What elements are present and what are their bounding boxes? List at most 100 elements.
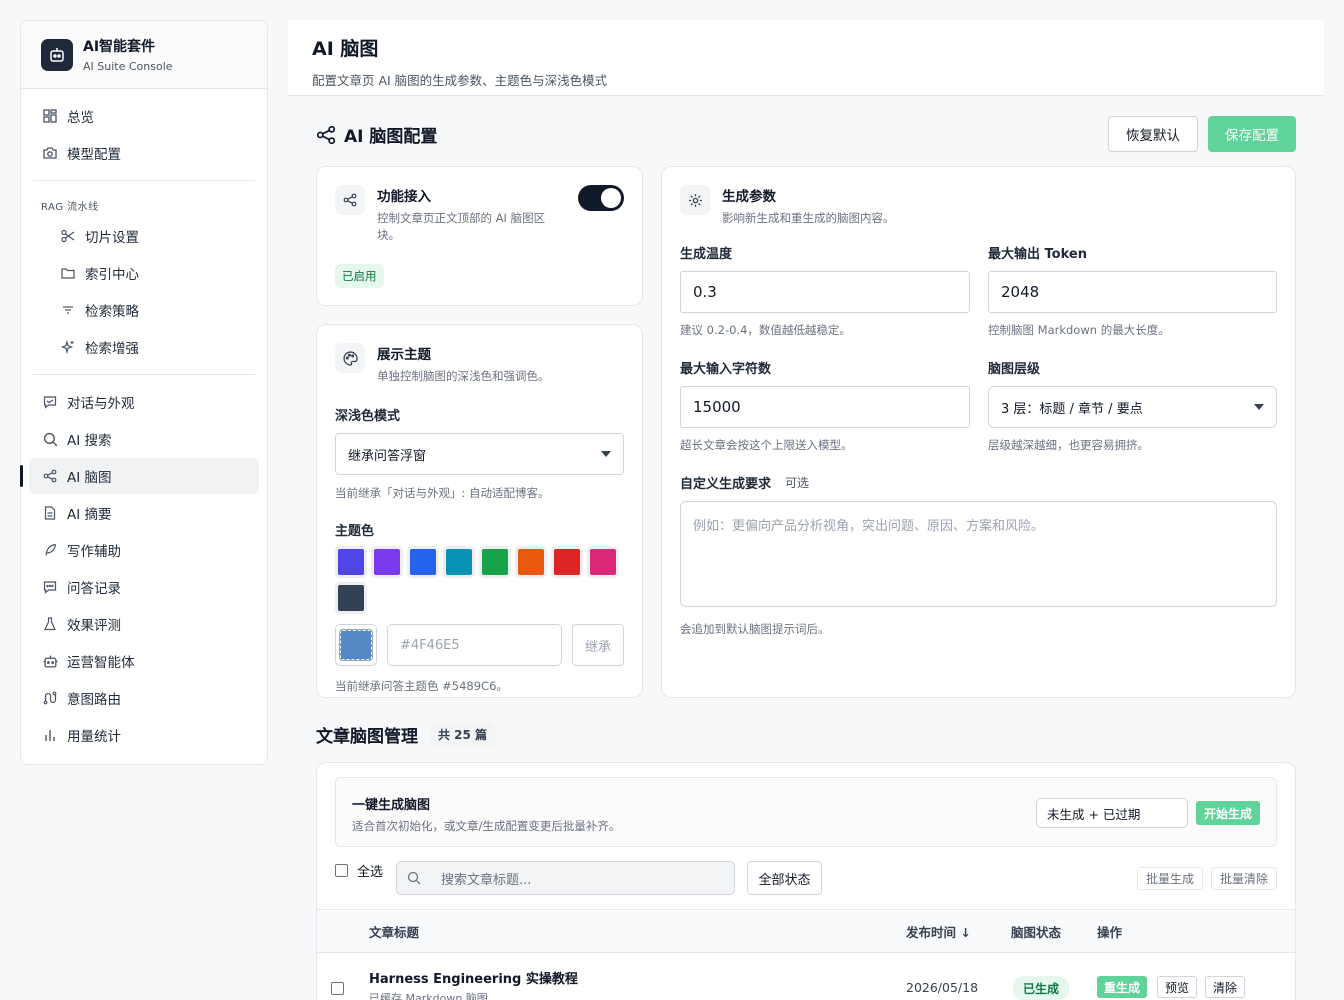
- save-config-button[interactable]: 保存配置: [1208, 116, 1296, 152]
- sidebar-item-label: 问答记录: [67, 581, 121, 597]
- sidebar-item-retrieval-boost[interactable]: 检索增强: [29, 329, 259, 365]
- color-swatch[interactable]: [443, 546, 475, 578]
- sidebar-item-model-config[interactable]: 模型配置: [29, 135, 259, 171]
- sidebar-item-evaluation[interactable]: 效果评测: [29, 606, 259, 642]
- row-checkbox[interactable]: [331, 982, 344, 995]
- sidebar-item-retrieval-strategy[interactable]: 检索策略: [29, 292, 259, 328]
- sidebar-item-chunk-settings[interactable]: 切片设置: [29, 218, 259, 254]
- sidebar-item-chat-appearance[interactable]: 对话与外观: [29, 384, 259, 420]
- brand-title: AI智能套件: [83, 39, 156, 55]
- token-label: 最大输出 Token: [988, 247, 1087, 262]
- col-title[interactable]: 文章标题: [369, 922, 419, 941]
- sidebar-item-intent-routing[interactable]: 意图路由: [29, 680, 259, 716]
- nav-divider: [33, 180, 255, 181]
- robot-logo-icon: [41, 38, 73, 71]
- regenerate-button[interactable]: 重生成: [1097, 976, 1148, 998]
- sidebar-item-label: 检索策略: [85, 304, 139, 320]
- nav-divider: [33, 374, 255, 375]
- col-ops: 操作: [1097, 924, 1123, 940]
- sidebar-item-label: AI 摘要: [67, 507, 112, 523]
- feature-card: 功能接入 控制文章页正文顶部的 AI 脑图区块。 已启用: [316, 166, 643, 306]
- color-swatch[interactable]: [515, 546, 547, 578]
- bulk-scope-select[interactable]: 未生成 + 已过期: [1036, 798, 1188, 828]
- flask-icon: [41, 615, 59, 633]
- row-date: 2026/05/18: [906, 980, 979, 995]
- color-swatch[interactable]: [407, 546, 439, 578]
- token-input[interactable]: 2048: [988, 271, 1277, 313]
- start-generate-button[interactable]: 开始生成: [1196, 801, 1261, 825]
- sidebar-item-qa-records[interactable]: 问答记录: [29, 569, 259, 605]
- sidebar-item-label: 模型配置: [67, 147, 121, 163]
- row-status-badge: 已生成: [1013, 976, 1070, 1000]
- color-swatch[interactable]: [551, 546, 583, 578]
- section-title-label: AI 脑图配置: [344, 127, 438, 147]
- color-swatch[interactable]: [335, 546, 367, 578]
- theme-card-desc: 单独控制脑图的深浅色和强调色。: [377, 369, 550, 383]
- manage-card: 一键生成脑图 适合首次初始化，或文章/生成配置变更后批量补齐。 未生成 + 已过…: [316, 762, 1296, 1000]
- clear-button[interactable]: 清除: [1205, 976, 1246, 998]
- current-color-preview: [339, 629, 373, 661]
- article-count-badge: 共 25 篇: [430, 722, 496, 747]
- status-filter-button[interactable]: 全部状态: [747, 861, 822, 895]
- sidebar-item-overview[interactable]: 总览: [29, 98, 259, 134]
- mode-select-value: 继承问答浮窗: [348, 448, 427, 464]
- sidebar-item-label: 效果评测: [67, 618, 121, 634]
- temp-input[interactable]: 0.3: [680, 271, 970, 313]
- sidebar-item-ai-mindmap[interactable]: AI 脑图: [20, 458, 259, 494]
- article-search[interactable]: 搜索文章标题...: [396, 861, 735, 895]
- token-hint: 控制脑图 Markdown 的最大长度。: [988, 323, 1170, 337]
- row-title[interactable]: Harness Engineering 实操教程: [369, 968, 578, 987]
- status-badge: 已启用: [335, 264, 384, 288]
- sidebar-item-ai-summary[interactable]: AI 摘要: [29, 495, 259, 531]
- sidebar-item-label: AI 搜索: [67, 433, 112, 449]
- batch-generate-button[interactable]: 批量生成: [1137, 867, 1204, 890]
- sidebar-item-label: 总览: [67, 110, 94, 126]
- table-header: 文章标题 发布时间 ↓ 脑图状态 操作: [317, 909, 1295, 953]
- color-swatch[interactable]: [479, 546, 511, 578]
- params-card-desc: 影响新生成和重生成的脑图内容。: [722, 211, 895, 225]
- col-date[interactable]: 发布时间 ↓: [906, 922, 971, 941]
- manage-title: 文章脑图管理: [316, 727, 418, 747]
- bulk-generate-panel: 一键生成脑图 适合首次初始化，或文章/生成配置变更后批量补齐。 未生成 + 已过…: [335, 777, 1277, 847]
- sidebar-item-writing-assist[interactable]: 写作辅助: [29, 532, 259, 568]
- sidebar-item-ai-search[interactable]: AI 搜索: [29, 421, 259, 457]
- document-icon: [41, 504, 59, 522]
- select-all-row: 全选: [335, 861, 383, 880]
- theme-card-title: 展示主题: [377, 347, 431, 363]
- custom-requirements-textarea[interactable]: 例如：更偏向产品分析视角，突出问题、原因、方案和风险。: [680, 501, 1277, 607]
- sidebar-item-ops-intel[interactable]: 运营智能体: [29, 643, 259, 679]
- col-status: 脑图状态: [1011, 924, 1062, 940]
- color-swatch[interactable]: [371, 546, 403, 578]
- palette-icon: [335, 343, 365, 373]
- sidebar: AI智能套件 AI Suite Console 总览 模型配置 RAG 流水线 …: [20, 20, 268, 765]
- color-swatch[interactable]: [587, 546, 619, 578]
- color-picker[interactable]: [335, 624, 377, 666]
- folder-icon: [59, 264, 77, 282]
- page-title: AI 脑图: [312, 38, 379, 60]
- params-card-head: 生成参数 影响新生成和重生成的脑图内容。: [680, 185, 1277, 227]
- table-row: Harness Engineering 实操教程 已缓存 Markdown 脑图…: [317, 955, 1295, 1000]
- inherit-button[interactable]: 继承: [572, 624, 624, 666]
- feature-card-title: 功能接入: [377, 189, 431, 205]
- preview-button[interactable]: 预览: [1157, 976, 1198, 998]
- mode-select[interactable]: 继承问答浮窗: [335, 433, 624, 475]
- color-swatch[interactable]: [335, 582, 367, 614]
- message-square-icon: [41, 393, 59, 411]
- sidebar-item-label: AI 脑图: [67, 470, 112, 486]
- select-all-label: 全选: [357, 865, 384, 880]
- theme-card-head: 展示主题 单独控制脑图的深浅色和强调色。: [335, 343, 624, 385]
- batch-clear-button[interactable]: 批量清除: [1211, 867, 1278, 890]
- sidebar-item-usage-stats[interactable]: 用量统计: [29, 717, 259, 753]
- level-select[interactable]: 3 层：标题 / 章节 / 要点: [988, 386, 1277, 428]
- feature-toggle[interactable]: [578, 185, 624, 211]
- custom-label-row: 自定义生成要求 可选: [680, 473, 1277, 492]
- max-input-field[interactable]: 15000: [680, 386, 970, 428]
- select-all-checkbox[interactable]: [335, 864, 348, 877]
- mindmap-icon: [41, 467, 59, 485]
- color-hint: 当前继承问答主题色 #5489C6。: [335, 679, 508, 693]
- search-placeholder: 搜索文章标题...: [441, 872, 532, 888]
- sidebar-item-index-center[interactable]: 索引中心: [29, 255, 259, 291]
- color-hex-input[interactable]: #4F46E5: [387, 624, 562, 666]
- custom-hint: 会追加到默认脑图提示词后。: [680, 622, 830, 636]
- reset-defaults-button[interactable]: 恢复默认: [1108, 116, 1198, 152]
